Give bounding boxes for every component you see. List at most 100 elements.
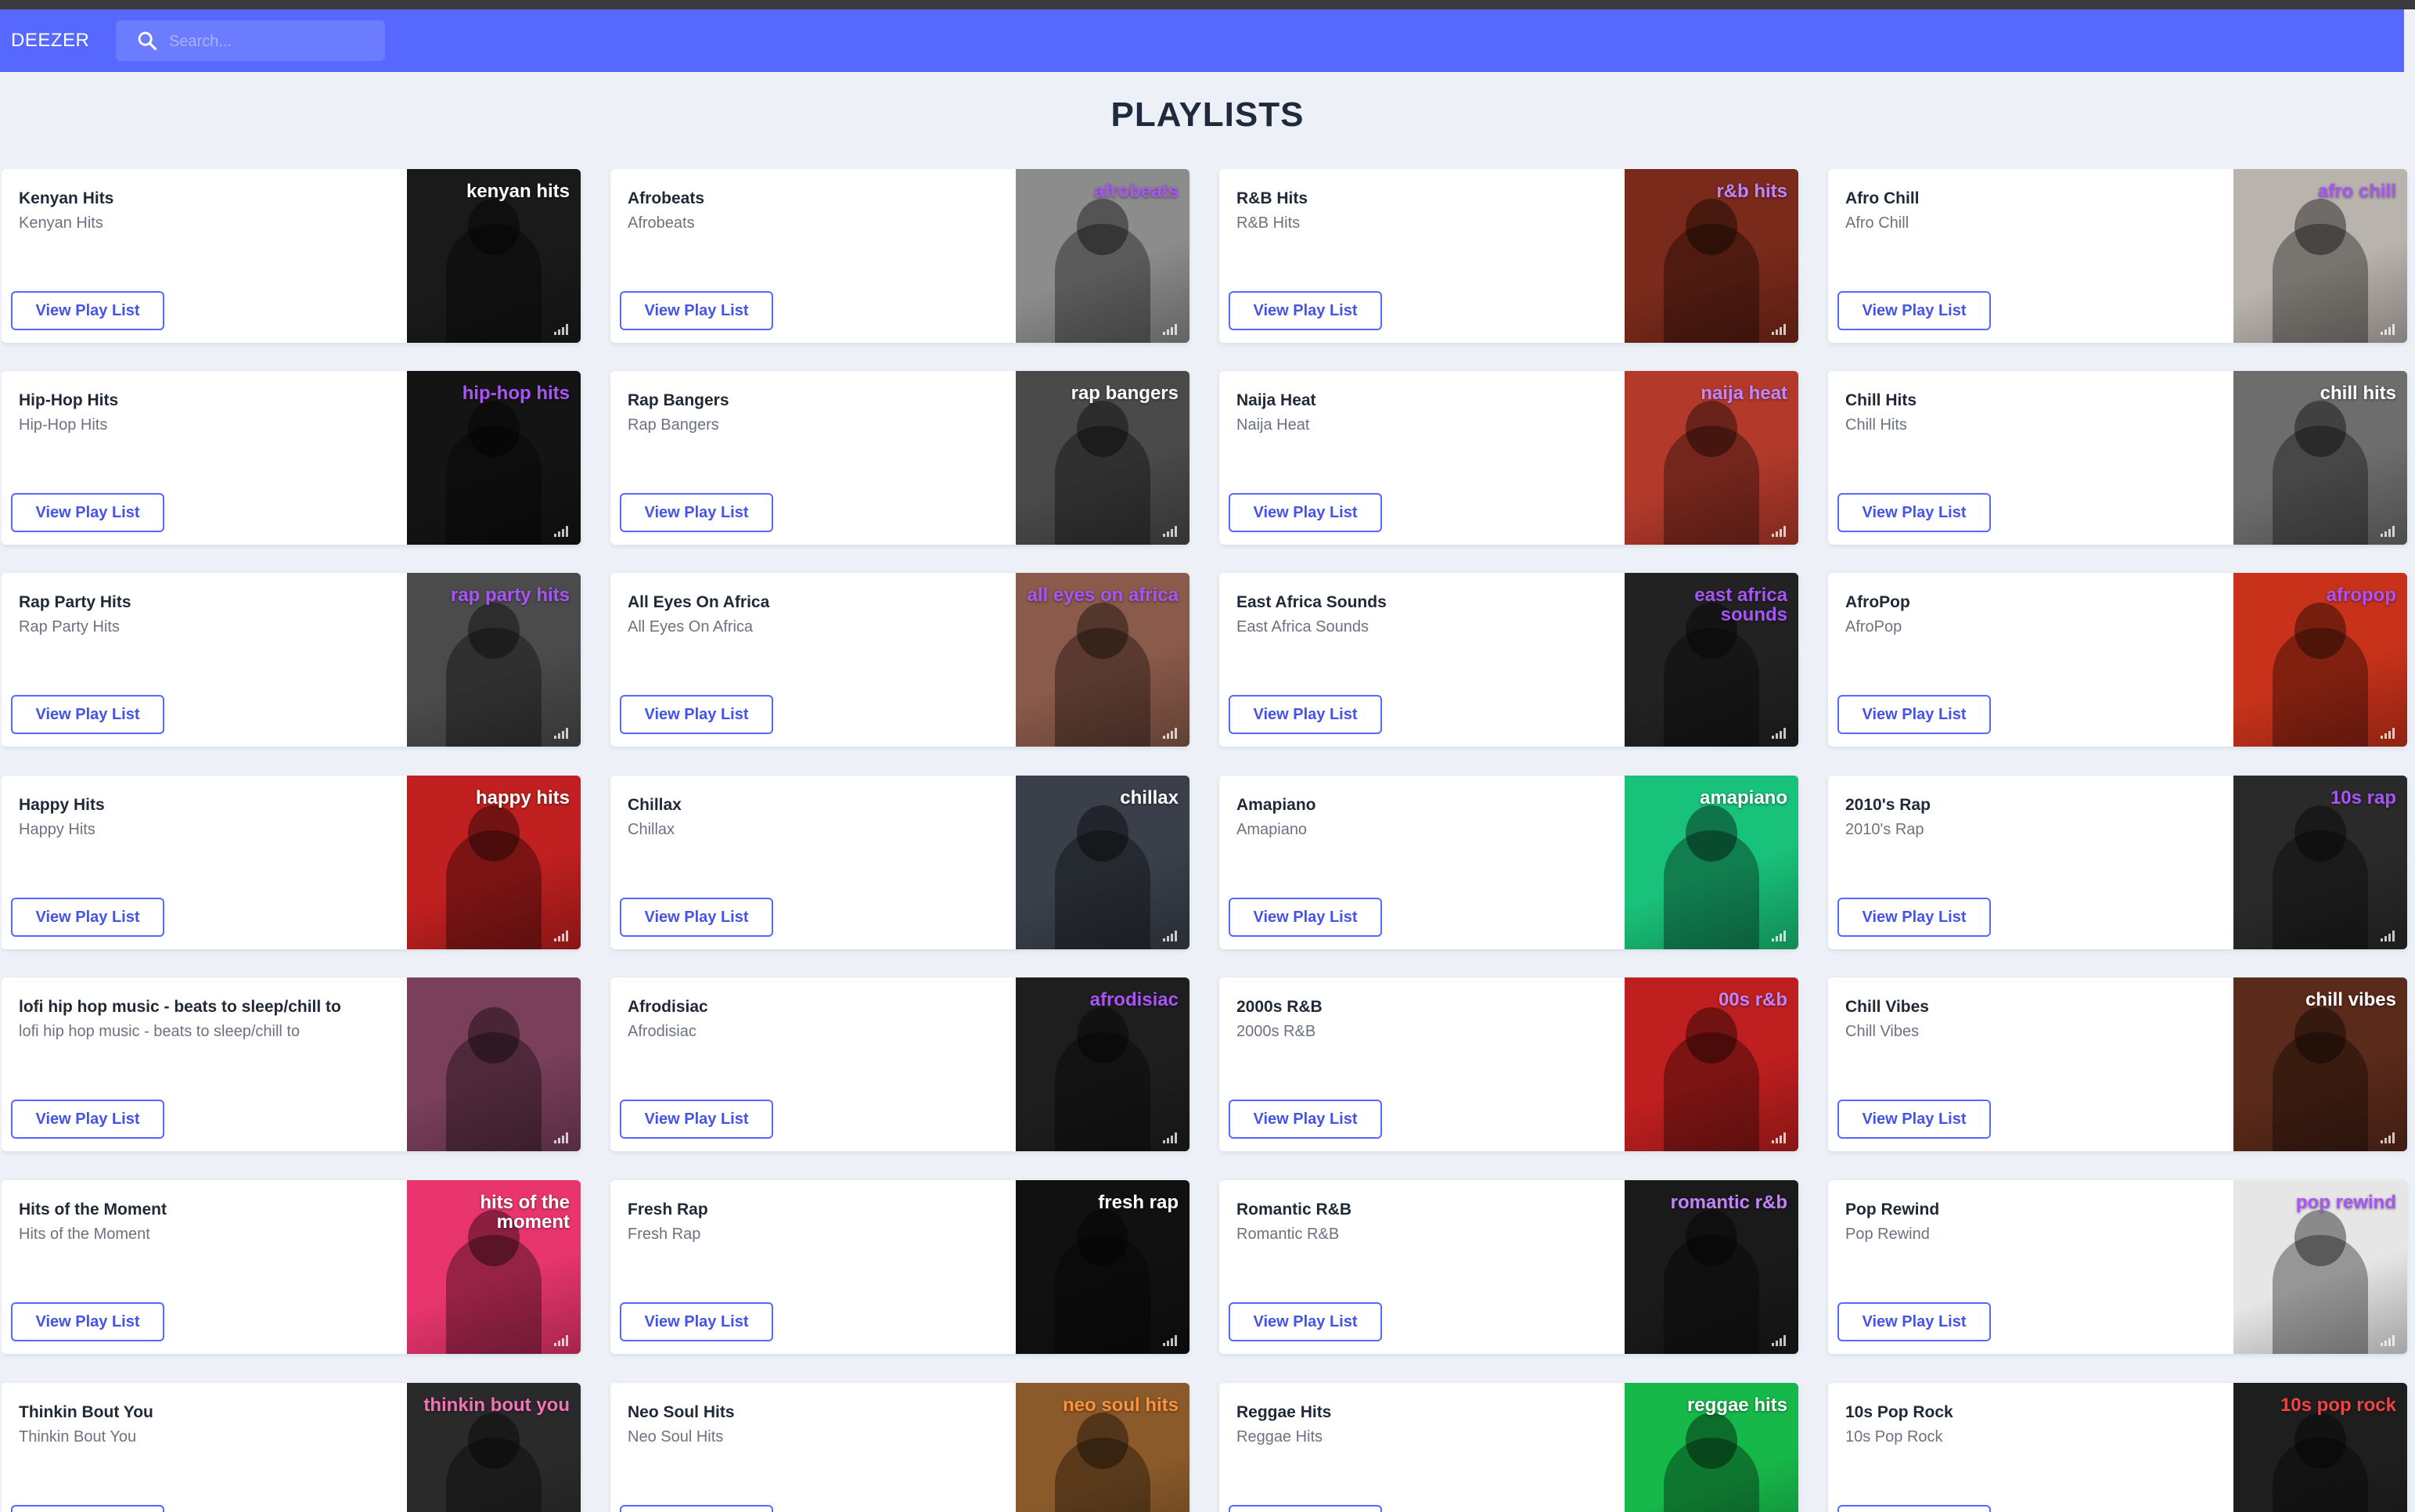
cover-artist-figure [2273, 1438, 2368, 1512]
playlist-cover-image[interactable]: romantic r&b [1625, 1180, 1798, 1354]
view-playlist-button[interactable]: View Play List [620, 1505, 773, 1512]
search-icon [138, 31, 157, 51]
cover-artist-figure [446, 1438, 542, 1512]
view-playlist-button[interactable]: View Play List [11, 1302, 164, 1341]
cover-title-text: romantic r&b [1670, 1192, 1787, 1213]
playlist-cover-image[interactable] [407, 977, 581, 1151]
cover-title-text: naija heat [1701, 383, 1787, 404]
playlist-title: Romantic R&B [1236, 1201, 1352, 1219]
playlist-grid: Kenyan Hits Kenyan Hits View Play List keny… [2, 169, 2412, 1512]
view-playlist-button[interactable]: View Play List [11, 1505, 164, 1512]
playlist-cover-image[interactable]: happy hits [407, 776, 581, 949]
view-playlist-button[interactable]: View Play List [1837, 695, 1991, 734]
playlist-subtitle: R&B Hits [1236, 214, 1301, 232]
playlist-card: Afro Chill Afro Chill View Play List afro c… [1828, 169, 2407, 343]
playlist-card: 10s Pop Rock 10s Pop Rock View Play List 10… [1828, 1383, 2407, 1512]
playlist-title: Thinkin Bout You [19, 1403, 153, 1421]
playlist-cover-image[interactable]: reggae hits [1625, 1383, 1798, 1512]
view-playlist-button[interactable]: View Play List [11, 493, 164, 532]
view-playlist-button[interactable]: View Play List [1229, 493, 1382, 532]
playlist-card: Rap Party Hits Rap Party Hits View Play Li… [2, 573, 581, 747]
playlist-cover-image[interactable]: east africa sounds [1625, 573, 1798, 747]
view-playlist-button[interactable]: View Play List [1229, 695, 1382, 734]
playlist-cover-image[interactable]: afropop [2233, 573, 2407, 747]
deezer-logo-icon [1163, 1132, 1180, 1143]
brand-logo[interactable]: DEEZER [11, 30, 89, 52]
view-playlist-button[interactable]: View Play List [1837, 493, 1991, 532]
playlist-cover-image[interactable]: thinkin bout you [407, 1383, 581, 1512]
playlist-subtitle: East Africa Sounds [1236, 618, 1369, 635]
playlist-subtitle: Happy Hits [19, 821, 95, 838]
playlist-cover-image[interactable]: rap bangers [1016, 371, 1190, 545]
view-playlist-button[interactable]: View Play List [1837, 1302, 1991, 1341]
playlist-title: Kenyan Hits [19, 189, 114, 207]
cover-artist-figure [1664, 1032, 1759, 1151]
playlist-title: Chillax [628, 796, 682, 814]
deezer-logo-icon [1163, 728, 1180, 739]
deezer-logo-icon [554, 1335, 571, 1346]
playlist-cover-image[interactable]: chill hits [2233, 371, 2407, 545]
view-playlist-button[interactable]: View Play List [11, 898, 164, 937]
view-playlist-button[interactable]: View Play List [1837, 291, 1991, 330]
playlist-cover-image[interactable]: chillax [1016, 776, 1190, 949]
view-playlist-button[interactable]: View Play List [620, 898, 773, 937]
cover-artist-figure [1055, 426, 1150, 545]
deezer-logo-icon [1772, 1132, 1789, 1143]
cover-artist-figure [1055, 1438, 1150, 1512]
playlist-card: Kenyan Hits Kenyan Hits View Play List keny… [2, 169, 581, 343]
view-playlist-button[interactable]: View Play List [1837, 1100, 1991, 1139]
view-playlist-button[interactable]: View Play List [620, 493, 773, 532]
cover-title-text: all eyes on africa [1027, 585, 1179, 606]
playlist-cover-image[interactable]: 00s r&b [1625, 977, 1798, 1151]
playlist-cover-image[interactable]: rap party hits [407, 573, 581, 747]
playlist-cover-image[interactable]: 10s pop rock [2233, 1383, 2407, 1512]
deezer-logo-icon [554, 728, 571, 739]
cover-title-text: rap party hits [450, 585, 570, 606]
playlist-subtitle: Chill Hits [1845, 416, 1907, 434]
view-playlist-button[interactable]: View Play List [11, 695, 164, 734]
playlist-cover-image[interactable]: afrodisiac [1016, 977, 1190, 1151]
view-playlist-button[interactable]: View Play List [1229, 1505, 1382, 1512]
view-playlist-button[interactable]: View Play List [11, 291, 164, 330]
top-navbar: DEEZER [0, 9, 2404, 72]
playlist-card: Thinkin Bout You Thinkin Bout You View Pla… [2, 1383, 581, 1512]
playlist-subtitle: Kenyan Hits [19, 214, 103, 232]
view-playlist-button[interactable]: View Play List [620, 1302, 773, 1341]
playlist-cover-image[interactable]: r&b hits [1625, 169, 1798, 343]
playlist-cover-image[interactable]: all eyes on africa [1016, 573, 1190, 747]
view-playlist-button[interactable]: View Play List [1229, 1302, 1382, 1341]
playlist-cover-image[interactable]: hip-hop hits [407, 371, 581, 545]
view-playlist-button[interactable]: View Play List [1229, 291, 1382, 330]
playlist-cover-image[interactable]: amapiano [1625, 776, 1798, 949]
playlist-cover-image[interactable]: hits of the moment [407, 1180, 581, 1354]
cover-title-text: 00s r&b [1718, 989, 1787, 1010]
cover-title-text: east africa sounds [1694, 585, 1787, 625]
view-playlist-button[interactable]: View Play List [620, 1100, 773, 1139]
playlist-cover-image[interactable]: 10s rap [2233, 776, 2407, 949]
view-playlist-button[interactable]: View Play List [1837, 898, 1991, 937]
view-playlist-button[interactable]: View Play List [1837, 1505, 1991, 1512]
playlist-card: Afrobeats Afrobeats View Play List afrobeat… [610, 169, 1190, 343]
view-playlist-button[interactable]: View Play List [620, 291, 773, 330]
playlist-title: Afrodisiac [628, 998, 708, 1016]
page-title: PLAYLISTS [1110, 95, 1305, 134]
playlist-cover-image[interactable]: kenyan hits [407, 169, 581, 343]
playlist-cover-image[interactable]: chill vibes [2233, 977, 2407, 1151]
window-top-strip [0, 0, 2415, 9]
view-playlist-button[interactable]: View Play List [1229, 898, 1382, 937]
playlist-cover-image[interactable]: fresh rap [1016, 1180, 1190, 1354]
playlist-subtitle: Chillax [628, 821, 675, 838]
view-playlist-button[interactable]: View Play List [11, 1100, 164, 1139]
playlist-cover-image[interactable]: afro chill [2233, 169, 2407, 343]
view-playlist-button[interactable]: View Play List [620, 695, 773, 734]
search-input[interactable] [167, 20, 379, 63]
playlist-cover-image[interactable]: naija heat [1625, 371, 1798, 545]
playlist-cover-image[interactable]: pop rewind [2233, 1180, 2407, 1354]
view-playlist-button[interactable]: View Play List [1229, 1100, 1382, 1139]
playlist-card: Pop Rewind Pop Rewind View Play List pop re… [1828, 1180, 2407, 1354]
cover-artist-figure [2273, 628, 2368, 747]
playlist-cover-image[interactable]: neo soul hits [1016, 1383, 1190, 1512]
playlist-cover-image[interactable]: afrobeats [1016, 169, 1190, 343]
deezer-logo-icon [2381, 728, 2398, 739]
search-box[interactable] [116, 20, 385, 63]
